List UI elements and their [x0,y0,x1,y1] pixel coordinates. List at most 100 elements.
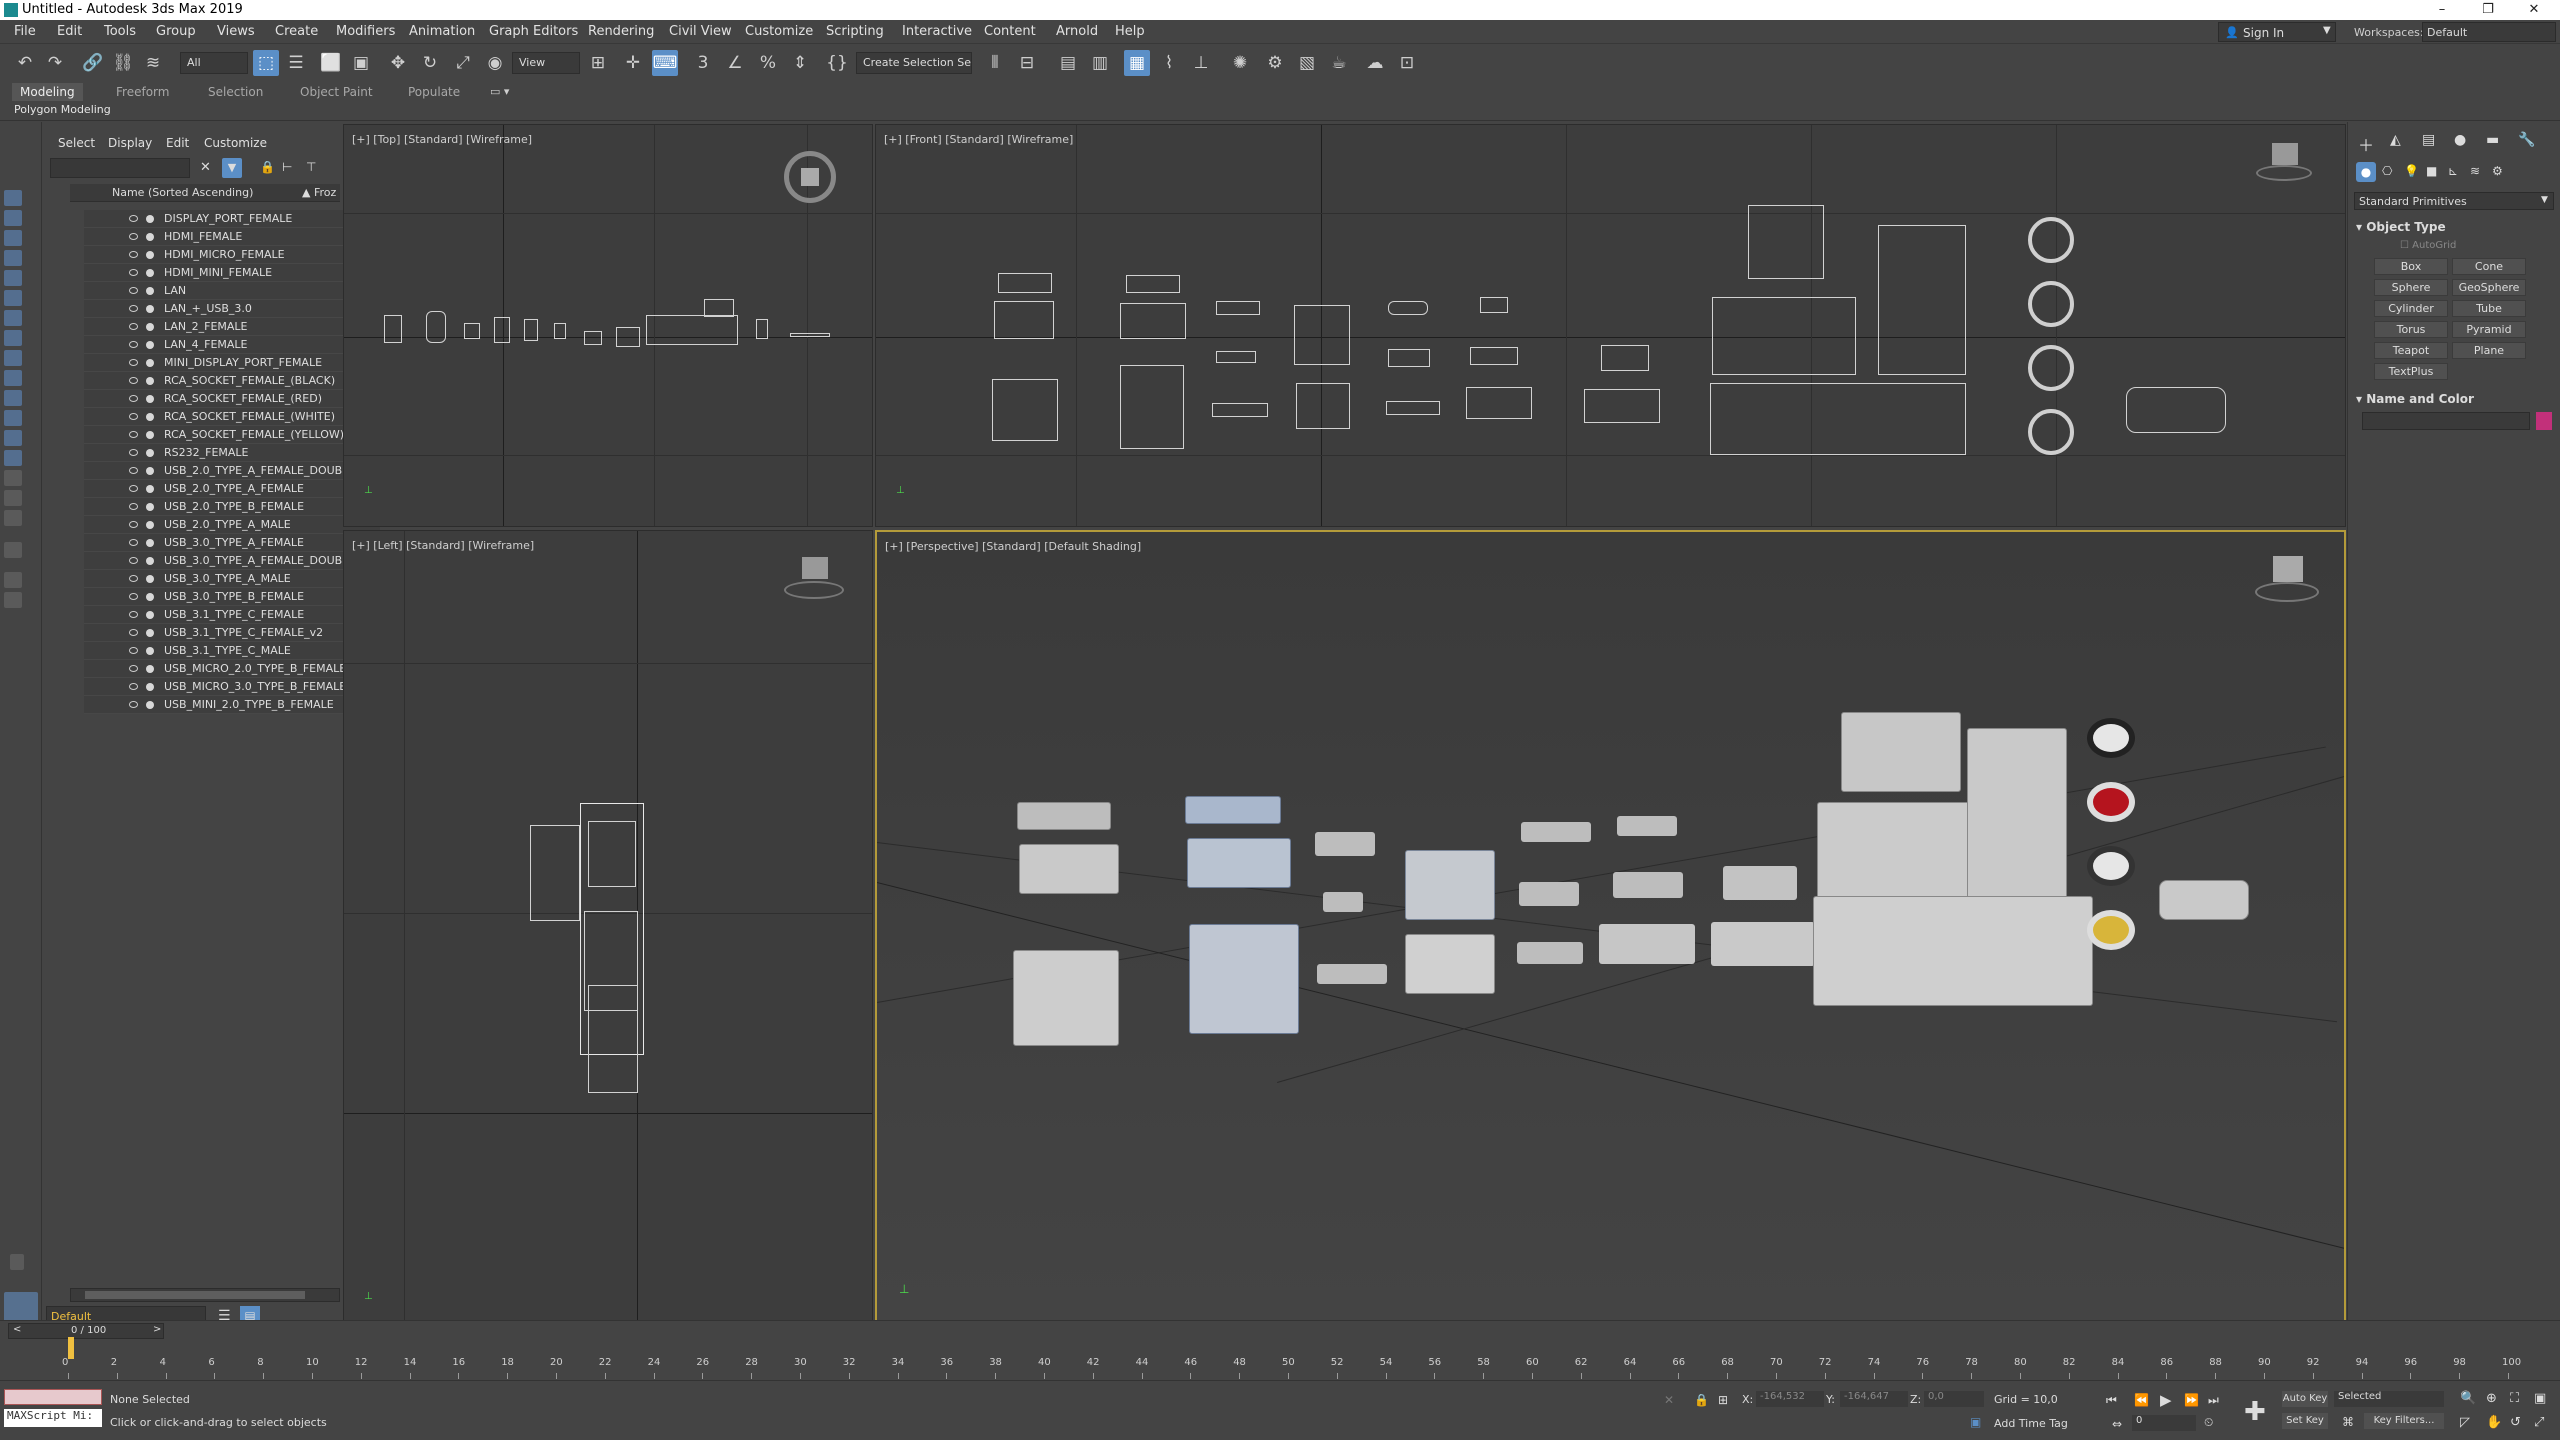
tab-freeform[interactable]: Freeform [108,83,177,101]
visibility-eye-icon[interactable] [129,287,138,294]
render-bulb-icon[interactable] [146,611,154,619]
visibility-eye-icon[interactable] [129,413,138,420]
motion-tab-icon[interactable]: ● [2454,132,2466,148]
render-bulb-icon[interactable] [146,647,154,655]
plane-button[interactable]: Plane [2452,342,2526,359]
visibility-eye-icon[interactable] [129,575,138,582]
textplus-button[interactable]: TextPlus [2374,363,2448,380]
visibility-eye-icon[interactable] [129,341,138,348]
mirror-icon[interactable]: ⫴ [982,50,1008,76]
visibility-eye-icon[interactable] [129,233,138,240]
render-setup-icon[interactable]: ⚙ [1262,50,1288,76]
visibility-eye-icon[interactable] [129,647,138,654]
play-icon[interactable]: ▶ [2160,1391,2172,1409]
expand-arrow-icon[interactable] [10,1254,24,1270]
align-icon[interactable]: ⊟ [1014,50,1040,76]
menu-civil-view[interactable]: Civil View [669,24,732,39]
visibility-eye-icon[interactable] [129,485,138,492]
ribbon-options-icon[interactable]: ▭ ▾ [490,85,509,98]
zoom-all-icon[interactable]: ⊕ [2486,1391,2497,1406]
shape-filter-icon[interactable] [4,250,22,266]
clear-search-icon[interactable]: ✕ [200,160,211,175]
visibility-eye-icon[interactable] [129,521,138,528]
render-bulb-icon[interactable] [146,215,154,223]
list-item[interactable]: RCA_SOCKET_FEMALE_(RED) [84,390,380,408]
render-production-icon[interactable]: ☕ [1326,50,1352,76]
spinner-snap-icon[interactable]: ⇕ [787,50,813,76]
tube-button[interactable]: Tube [2452,300,2526,317]
viewcube-icon[interactable] [2255,556,2319,602]
camera-filter-icon[interactable] [4,290,22,306]
scrollbar-thumb[interactable] [85,1291,305,1299]
curve-editor-icon[interactable]: ⌇ [1156,50,1182,76]
frozen-filter-icon[interactable] [4,430,22,446]
render-bulb-icon[interactable] [146,377,154,385]
list-item[interactable]: USB_2.0_TYPE_A_FEMALE [84,480,380,498]
visibility-eye-icon[interactable] [129,377,138,384]
geosphere-button[interactable]: GeoSphere [2452,279,2526,296]
list-item[interactable]: HDMI_FEMALE [84,228,380,246]
viewport-perspective[interactable]: [+] [Perspective] [Standard] [Default Sh… [875,530,2346,1330]
visibility-eye-icon[interactable] [129,215,138,222]
minimize-icon[interactable]: – [2420,0,2464,20]
object-color-swatch[interactable] [2536,412,2552,430]
viewcube-icon[interactable] [2256,143,2312,181]
tab-select[interactable]: Select [58,136,95,150]
viewport-label-top[interactable]: [+] [Top] [Standard] [Wireframe] [352,133,532,146]
rectangular-selection-icon[interactable]: ⬜ [318,50,344,76]
cylinder-button[interactable]: Cylinder [2374,300,2448,317]
rendered-frame-window-icon[interactable]: ▧ [1294,50,1320,76]
maxscript-mini-listener[interactable]: MAXScript Mi: [4,1409,102,1427]
named-selection-sets[interactable]: Create Selection Se [856,52,972,74]
utilities-tab-icon[interactable]: 🔧 [2518,132,2535,148]
geometry-icon[interactable]: ● [2356,162,2376,182]
next-frame-icon[interactable]: ⏩ [2184,1393,2199,1407]
list-item[interactable]: USB_3.0_TYPE_A_FEMALE_DOUBLE [84,552,380,570]
absolute-transform-icon[interactable]: ⊞ [1718,1393,1728,1407]
light-filter-icon[interactable] [4,270,22,286]
render-bulb-icon[interactable] [146,485,154,493]
visibility-eye-icon[interactable] [129,269,138,276]
tab-customize[interactable]: Customize [204,136,267,150]
visibility-eye-icon[interactable] [129,539,138,546]
selection-filter[interactable]: All [180,52,248,74]
list-item[interactable]: RCA_SOCKET_FEMALE_(BLACK) [84,372,380,390]
pan-icon[interactable]: ✋ [2486,1415,2502,1430]
container-filter-icon[interactable] [4,410,22,426]
visibility-eye-icon[interactable] [129,683,138,690]
set-keys-icon[interactable]: ✚ [2244,1397,2266,1427]
systems-icon[interactable]: ⚙ [2492,164,2503,178]
select-manipulate-icon[interactable]: ✛ [620,50,646,76]
visibility-eye-icon[interactable] [129,611,138,618]
render-bulb-icon[interactable] [146,395,154,403]
viewport-label-left[interactable]: [+] [Left] [Standard] [Wireframe] [352,539,534,552]
keyboard-shortcut-override-icon[interactable]: ⌨ [652,50,678,76]
layer-icon[interactable] [4,592,22,608]
list-item[interactable]: LAN [84,282,380,300]
go-to-start-icon[interactable]: ⏮ [2106,1393,2117,1408]
cameras-icon[interactable]: ■ [2426,164,2437,178]
z-coordinate-field[interactable]: 0,0 [1924,1391,1984,1407]
box-button[interactable]: Box [2374,258,2448,275]
list-item[interactable]: HDMI_MICRO_FEMALE [84,246,380,264]
select-filter-icon[interactable] [4,190,22,206]
time-slider-prev-icon[interactable]: < [13,1324,21,1335]
zoom-icon[interactable]: 🔍 [2460,1391,2476,1406]
visibility-eye-icon[interactable] [129,305,138,312]
list-item[interactable]: LAN_2_FEMALE [84,318,380,336]
rotate-icon[interactable]: ↻ [417,50,443,76]
window-crossing-icon[interactable]: ▣ [348,50,374,76]
visibility-eye-icon[interactable] [129,593,138,600]
spacewarps-icon[interactable]: ≋ [2470,164,2480,178]
undo-icon[interactable]: ↶ [12,50,38,76]
list-item[interactable]: HDMI_MINI_FEMALE [84,264,380,282]
visibility-eye-icon[interactable] [129,359,138,366]
render-bulb-icon[interactable] [146,413,154,421]
scale-icon[interactable]: ⤢ [450,50,476,76]
scene-explorer-icon[interactable]: ▤ [1055,50,1081,76]
list-item[interactable]: USB_2.0_TYPE_B_FEMALE [84,498,380,516]
restore-icon[interactable]: ❐ [2466,0,2510,20]
add-time-tag[interactable]: Add Time Tag [1994,1417,2068,1430]
close-icon[interactable]: ✕ [2512,0,2556,20]
invert-display-icon[interactable] [4,510,22,526]
